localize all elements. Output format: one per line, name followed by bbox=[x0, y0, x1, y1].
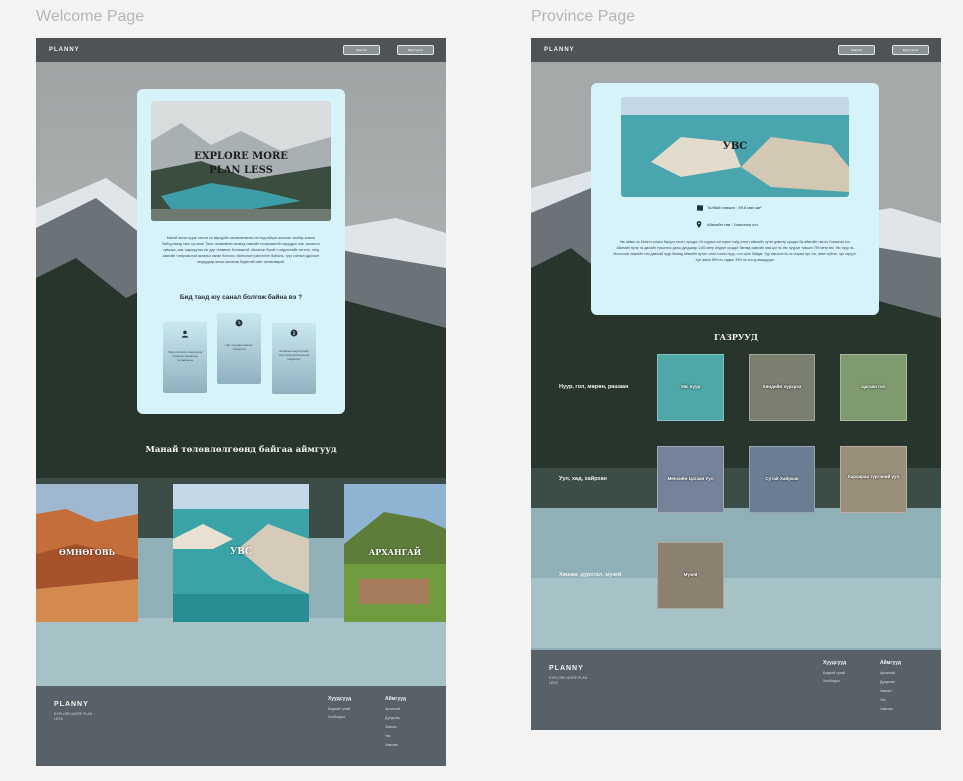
feature-text: Аялалын мэдээллийг нэгтгэсэн дэлгэрэнгүй… bbox=[278, 349, 310, 361]
feature-card: Хэрэглэгчийн сонирхолд тохирсон аялалын … bbox=[163, 322, 207, 393]
info-icon bbox=[290, 329, 298, 337]
hero-title-line2: PLAN LESS bbox=[209, 165, 273, 176]
place-name: Хөндийн хүрхрээ bbox=[762, 384, 802, 389]
place-name: Музей bbox=[683, 572, 698, 577]
place-name: Сутай Хайрхан bbox=[765, 476, 799, 481]
hero-title-line1: EXPLORE MORE bbox=[194, 151, 288, 162]
clock-icon bbox=[235, 319, 243, 327]
province-area: Талбай хэмжээ : 69.6 мян.км² bbox=[707, 205, 762, 210]
place-name: Цагаан гол bbox=[861, 384, 886, 389]
footer-logo[interactable]: PLANNY bbox=[54, 701, 89, 708]
footer-pages-title: Хуудсууд bbox=[328, 696, 352, 702]
nav-logo[interactable]: PLANNY bbox=[49, 47, 80, 53]
feature-card: Цаг хугацаа хэмнэх гүйцэтгэл bbox=[217, 313, 261, 384]
user-icon bbox=[181, 330, 189, 338]
hero-image: EXPLORE MORE PLAN LESS bbox=[151, 101, 331, 221]
footer-link[interactable]: Холбогдох bbox=[823, 679, 840, 683]
place-thumbnail[interactable]: Сутай Хайрхан bbox=[749, 446, 815, 513]
gallery-row-label: Хөшөө, дурсгал, музей bbox=[559, 572, 622, 578]
signup-button[interactable]: Бүртгүүлэх bbox=[892, 45, 929, 55]
feature-text: Хэрэглэгчийн сонирхолд тохирсон аялалын … bbox=[167, 350, 203, 362]
footer-link[interactable]: Увс bbox=[880, 698, 886, 702]
footer-link[interactable]: Завхан bbox=[880, 689, 892, 693]
place-name: Мөнхийн Цагаан Уул bbox=[667, 476, 714, 481]
footer-link[interactable]: Дундговь bbox=[880, 680, 895, 684]
places-section-title: ГАЗРУУД bbox=[714, 332, 758, 342]
footer-link[interactable]: Дундговь bbox=[385, 716, 400, 720]
place-thumbnail[interactable]: Хөндийн хүрхрээ bbox=[749, 354, 815, 421]
location-pin-icon bbox=[696, 221, 702, 228]
footer-tagline: EXPLORE MORE PLAN LESS bbox=[549, 676, 588, 685]
footer-link[interactable]: Хөвсгөл bbox=[880, 707, 893, 711]
province-name: АРХАНГАЙ bbox=[368, 547, 422, 557]
province-name: ӨМНӨГОВЬ bbox=[58, 547, 116, 557]
welcome-frame-label: Welcome Page bbox=[36, 8, 145, 25]
place-name: Хархираа түргэний уул bbox=[847, 474, 900, 479]
welcome-footer: PLANNY EXPLORE MORE PLAN LESS Хуудсууд Б… bbox=[36, 686, 446, 766]
gallery-row-label: Уул, хад, хайрхан bbox=[559, 476, 607, 482]
signup-button[interactable]: Бүртгүүлэх bbox=[397, 45, 434, 55]
nav-logo[interactable]: PLANNY bbox=[544, 47, 575, 53]
intro-card: EXPLORE MORE PLAN LESS Манай аялал зураг… bbox=[137, 89, 345, 414]
welcome-page: PLANNY Нэвтрэх Бүртгүүлэх EXPLORE MORE P… bbox=[36, 38, 446, 766]
place-thumbnail[interactable]: Музей bbox=[657, 542, 724, 609]
feature-text: Цаг хугацаа хэмнэх гүйцэтгэл bbox=[225, 343, 253, 351]
place-thumbnail[interactable]: Хархираа түргэний уул bbox=[840, 446, 907, 513]
province-card-uvs[interactable]: УВС bbox=[173, 484, 309, 622]
footer-link[interactable]: Хөвсгөл bbox=[385, 743, 398, 747]
province-center: Аймгийн төв : Улаангом хот bbox=[707, 222, 759, 227]
footer-link[interactable]: Увс bbox=[385, 734, 391, 738]
map-icon bbox=[697, 205, 703, 211]
place-thumbnail[interactable]: Увс нуур bbox=[657, 354, 724, 421]
intro-paragraph: Манай аялал зураг хэлхээ нь өөрсдийн төл… bbox=[162, 236, 320, 264]
footer-tagline: EXPLORE MORE PLAN LESS bbox=[54, 712, 93, 721]
footer-link[interactable]: Бидний тухай bbox=[328, 707, 350, 711]
province-info-card: УВС Талбай хэмжээ : 69.6 мян.км² Аймгийн… bbox=[591, 83, 879, 315]
province-hero-title: УВС bbox=[722, 141, 748, 152]
place-thumbnail[interactable]: Мөнхийн Цагаан Уул bbox=[657, 446, 724, 513]
province-hero-image: УВС bbox=[621, 97, 849, 197]
province-footer: PLANNY EXPLORE MORE PLAN LESS Хуудсууд Б… bbox=[531, 650, 941, 730]
top-nav: PLANNY Нэвтрэх Бүртгүүлэх bbox=[36, 38, 446, 62]
footer-logo[interactable]: PLANNY bbox=[549, 665, 584, 672]
feature-card: Аялалын мэдээллийг нэгтгэсэн дэлгэрэнгүй… bbox=[272, 323, 316, 394]
province-card-arkhangai[interactable]: АРХАНГАЙ bbox=[344, 484, 446, 622]
login-button[interactable]: Нэвтрэх bbox=[343, 45, 380, 55]
province-name: УВС bbox=[229, 547, 253, 557]
footer-pages-title: Хуудсууд bbox=[823, 660, 847, 666]
gallery-row-label: Нуур, гол, мөрөн, рашаан bbox=[559, 384, 629, 390]
footer-link[interactable]: Архангай bbox=[385, 707, 400, 711]
footer-provinces-title: Аймгууд bbox=[385, 696, 407, 702]
province-page: PLANNY Нэвтрэх Бүртгүүлэх УВС Талбай хэм… bbox=[531, 38, 941, 730]
login-button[interactable]: Нэвтрэх bbox=[838, 45, 875, 55]
footer-link[interactable]: Завхан bbox=[385, 725, 397, 729]
provinces-section-title: Манай төлөвлөлгөөнд байгаа аймгууд bbox=[145, 445, 337, 455]
province-frame-label: Province Page bbox=[531, 8, 636, 25]
footer-provinces-title: Аймгууд bbox=[880, 660, 902, 666]
footer-link[interactable]: Холбогдох bbox=[328, 715, 345, 719]
place-name: Увс нуур bbox=[680, 384, 701, 389]
features-question: Бид танд юу санал болгож байна вэ ? bbox=[179, 294, 303, 301]
footer-link[interactable]: Бидний тухай bbox=[823, 671, 845, 675]
place-thumbnail[interactable]: Цагаан гол bbox=[840, 354, 907, 421]
province-description: Увс аймаг нь Монгол улсын баруун хэсэгт … bbox=[613, 240, 857, 262]
footer-link[interactable]: Архангай bbox=[880, 671, 895, 675]
province-card-umnugovi[interactable]: ӨМНӨГОВЬ bbox=[36, 484, 138, 622]
top-nav: PLANNY Нэвтрэх Бүртгүүлэх bbox=[531, 38, 941, 62]
